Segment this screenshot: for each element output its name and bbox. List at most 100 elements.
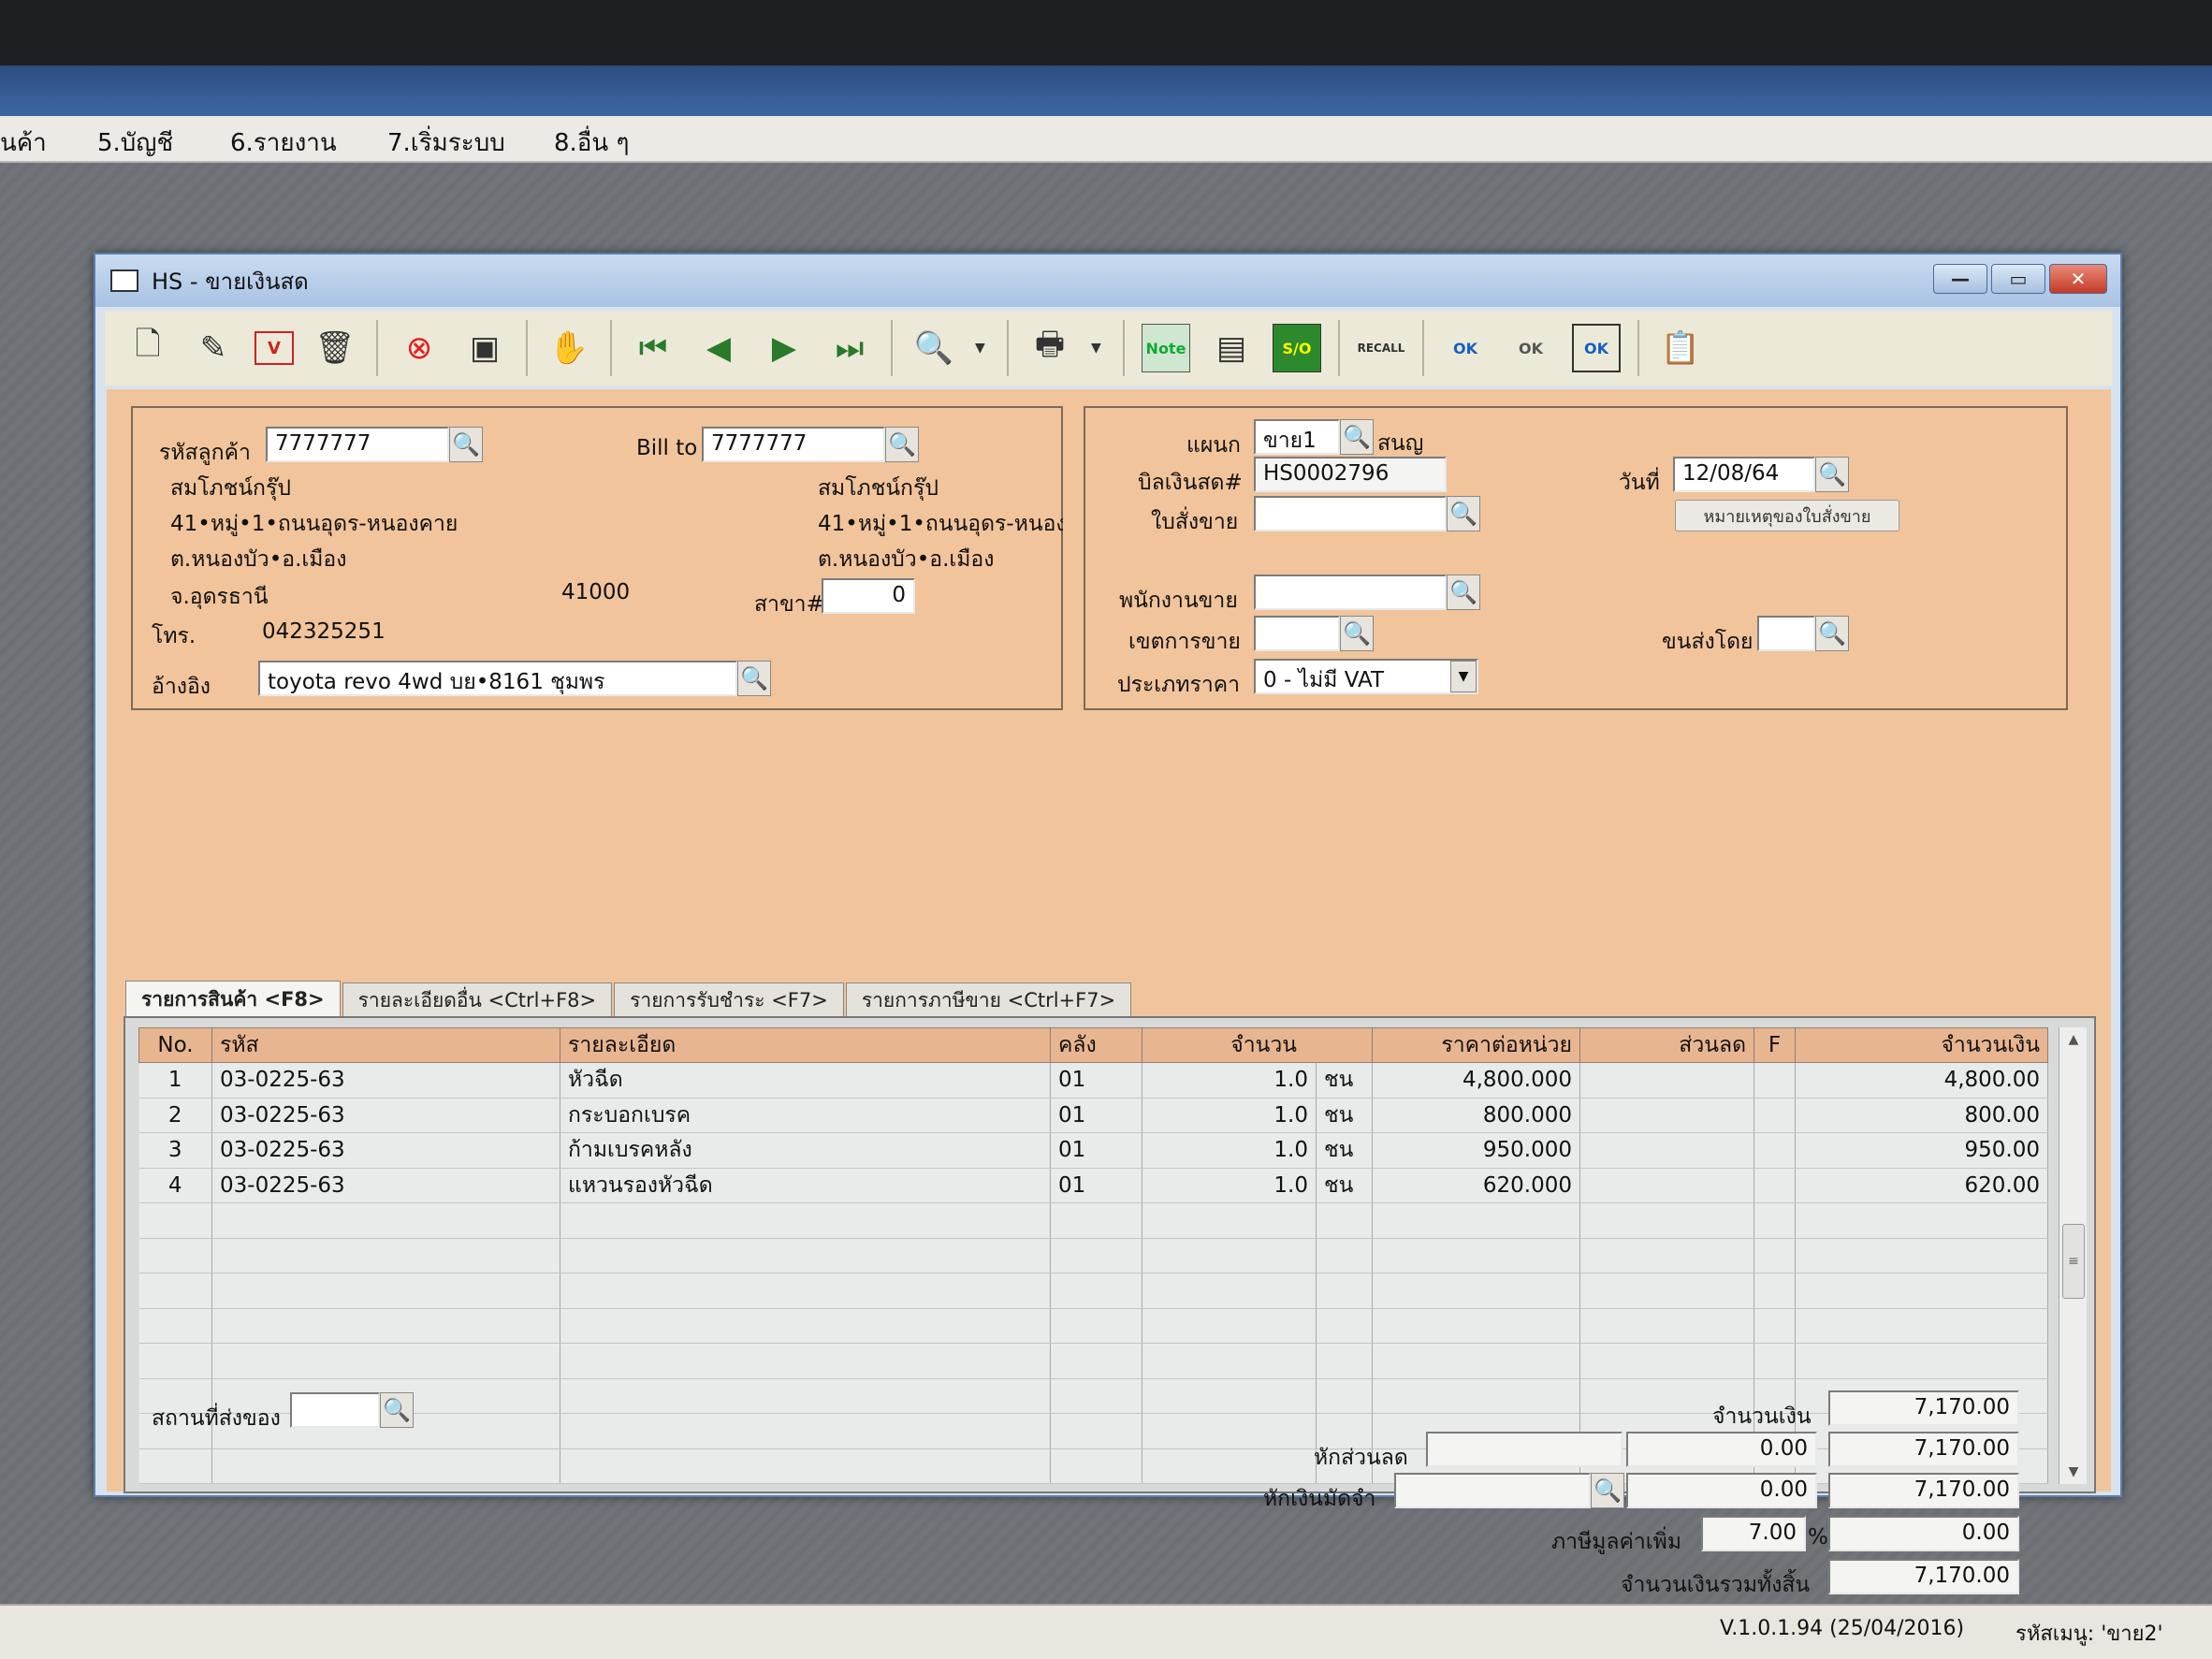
empty-cell[interactable] — [211, 1202, 560, 1239]
empty-cell[interactable] — [1050, 1343, 1142, 1379]
search-icon[interactable]: 🔍 — [885, 427, 919, 462]
column-header-description[interactable]: รายละเอียด — [560, 1027, 1051, 1063]
void-icon[interactable]: V — [255, 331, 294, 365]
column-header-warehouse[interactable]: คลัง — [1050, 1027, 1142, 1063]
empty-cell[interactable] — [138, 1273, 212, 1309]
empty-cell[interactable] — [1050, 1238, 1142, 1273]
empty-cell[interactable] — [1372, 1343, 1581, 1379]
tab-product-items[interactable]: รายการสินค้า <F8> — [125, 981, 341, 1018]
empty-table-row[interactable] — [138, 1308, 2049, 1344]
reference-field[interactable]: toyota revo 4wd บย•8161 ชุมพร — [258, 661, 737, 696]
cell-amount[interactable]: 4,800.00 — [1795, 1062, 2049, 1099]
empty-cell[interactable] — [1316, 1238, 1374, 1273]
search-icon[interactable]: 🔍 — [1447, 496, 1480, 531]
empty-cell[interactable] — [560, 1238, 1051, 1273]
table-row[interactable]: 2 03-0225-63 กระบอกเบรค 01 1.0 ชน 800.000 800.0… — [138, 1098, 2049, 1133]
column-header-unit-price[interactable]: ราคาต่อหน่วย — [1372, 1027, 1581, 1063]
empty-cell[interactable] — [1372, 1378, 1581, 1414]
date-field[interactable]: 12/08/64 — [1673, 457, 1815, 492]
empty-cell[interactable] — [1142, 1238, 1317, 1273]
menu-item-others[interactable]: 8.อื่น ๆ — [554, 124, 629, 162]
form-icon[interactable]: ▤ — [1207, 324, 1256, 372]
empty-cell[interactable] — [138, 1343, 212, 1379]
empty-cell[interactable] — [1579, 1273, 1755, 1309]
cell-discount[interactable] — [1579, 1168, 1755, 1203]
tab-payments[interactable]: รายการรับชำระ <F7> — [614, 982, 844, 1018]
vat-rate-field[interactable]: 7.00 — [1701, 1516, 1806, 1551]
search-icon[interactable]: 🔍 — [449, 427, 483, 462]
search-icon[interactable]: 🔍 — [1815, 616, 1849, 651]
search-icon[interactable]: 🔍 — [1591, 1473, 1624, 1508]
empty-cell[interactable] — [1142, 1413, 1317, 1449]
cell-discount[interactable] — [1579, 1132, 1755, 1169]
last-record-icon[interactable]: ⏭ — [825, 324, 874, 372]
empty-cell[interactable] — [1316, 1202, 1374, 1239]
calendar-search-icon[interactable]: 🔍 — [1815, 457, 1849, 492]
cell-quantity[interactable]: 1.0 — [1142, 1132, 1317, 1169]
empty-cell[interactable] — [1372, 1202, 1581, 1239]
menu-item-accounting[interactable]: 5.บัญชี — [97, 124, 173, 162]
salesperson-field[interactable] — [1254, 575, 1447, 610]
empty-table-row[interactable] — [138, 1202, 2049, 1239]
bill-number-field[interactable]: HS0002796 — [1254, 457, 1447, 492]
empty-cell[interactable] — [1142, 1448, 1317, 1484]
price-type-select[interactable]: 0 - ไม่มี VAT — [1254, 659, 1478, 694]
cell-amount[interactable]: 950.00 — [1795, 1132, 2049, 1169]
table-row[interactable]: 3 03-0225-63 ก้ามเบรคหลัง 01 1.0 ชน 950.000 950… — [138, 1132, 2049, 1169]
empty-cell[interactable] — [211, 1238, 560, 1273]
table-row[interactable]: 4 03-0225-63 แหวนรองหัวฉีด 01 1.0 ชน 620.000 62… — [138, 1168, 2049, 1203]
empty-cell[interactable] — [560, 1308, 1051, 1344]
empty-cell[interactable] — [1316, 1343, 1374, 1379]
cell-item-description[interactable]: หัวฉีด — [560, 1062, 1051, 1099]
search-icon[interactable]: 🔍 — [737, 661, 771, 696]
cell-quantity[interactable]: 1.0 — [1142, 1098, 1317, 1133]
minimize-button[interactable]: — — [1933, 264, 1987, 294]
cell-unit[interactable]: ชน — [1316, 1168, 1374, 1203]
empty-cell[interactable] — [1050, 1273, 1142, 1309]
empty-cell[interactable] — [1316, 1273, 1374, 1309]
empty-cell[interactable] — [560, 1448, 1051, 1484]
window-titlebar[interactable]: HS - ขายเงินสด — ▭ ✕ — [95, 255, 2120, 307]
empty-cell[interactable] — [138, 1448, 212, 1484]
empty-cell[interactable] — [1754, 1238, 1797, 1273]
empty-cell[interactable] — [560, 1413, 1051, 1449]
cell-unit-price[interactable]: 800.000 — [1372, 1098, 1581, 1133]
maximize-button[interactable]: ▭ — [1991, 264, 2045, 294]
empty-cell[interactable] — [1142, 1202, 1317, 1239]
empty-cell[interactable] — [1050, 1378, 1142, 1414]
chevron-down-icon[interactable]: ▼ — [975, 341, 990, 356]
sales-order-field[interactable] — [1254, 496, 1447, 531]
cell-item-description[interactable]: แหวนรองหัวฉีด — [560, 1168, 1051, 1203]
cell-warehouse[interactable]: 01 — [1050, 1132, 1142, 1169]
empty-cell[interactable] — [1050, 1448, 1142, 1484]
chevron-down-icon[interactable]: ▼ — [1450, 661, 1477, 692]
empty-table-row[interactable] — [138, 1343, 2049, 1379]
confirm-ok-icon[interactable]: OK — [1506, 324, 1555, 372]
cell-discount[interactable] — [1579, 1062, 1755, 1099]
handshake-icon[interactable]: ✋ — [545, 324, 593, 372]
empty-cell[interactable] — [1050, 1202, 1142, 1239]
discount-text-field[interactable] — [1426, 1432, 1623, 1467]
empty-cell[interactable] — [1795, 1273, 2049, 1309]
empty-cell[interactable] — [1795, 1238, 2049, 1273]
grid-vertical-scrollbar[interactable]: ▲ ≡ ▼ — [2059, 1027, 2087, 1484]
search-icon[interactable]: 🔍 — [1447, 575, 1480, 610]
empty-cell[interactable] — [1372, 1273, 1581, 1309]
empty-cell[interactable] — [211, 1308, 560, 1344]
cell-row-number[interactable]: 2 — [138, 1098, 212, 1133]
delete-icon[interactable]: 🗑 — [311, 324, 359, 372]
scroll-up-icon[interactable]: ▲ — [2059, 1027, 2088, 1052]
empty-cell[interactable] — [1754, 1308, 1797, 1344]
cell-row-number[interactable]: 3 — [138, 1132, 212, 1169]
empty-cell[interactable] — [1316, 1308, 1374, 1344]
cell-discount[interactable] — [1579, 1098, 1755, 1133]
so-icon[interactable]: S/O — [1273, 324, 1321, 372]
cancel-icon[interactable]: ⊗ — [395, 324, 444, 372]
scroll-thumb[interactable]: ≡ — [2062, 1224, 2085, 1299]
cell-f-flag[interactable] — [1754, 1098, 1797, 1133]
report-icon[interactable]: 📋 — [1656, 324, 1705, 372]
search-icon[interactable]: 🔍 — [380, 1392, 414, 1428]
approve-ok-icon[interactable]: OK — [1441, 324, 1490, 372]
empty-cell[interactable] — [211, 1273, 560, 1309]
cell-quantity[interactable]: 1.0 — [1142, 1062, 1317, 1099]
